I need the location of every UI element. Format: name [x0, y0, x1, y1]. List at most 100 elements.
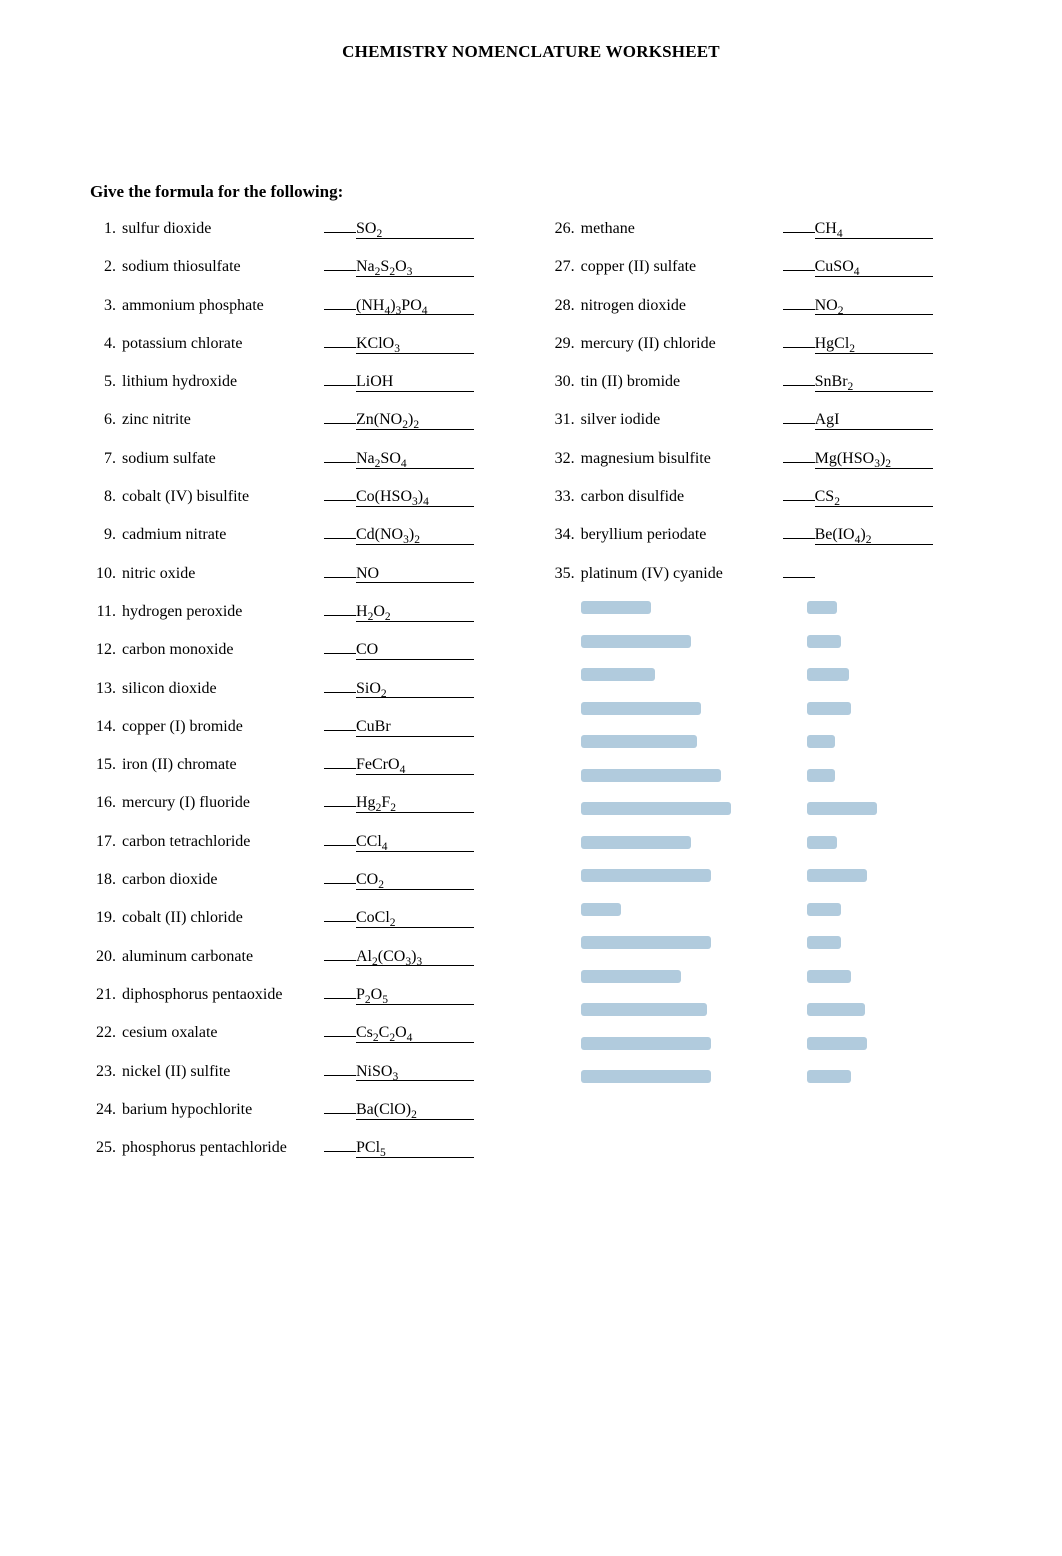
- answer-slot[interactable]: Al2(CO3)3: [324, 944, 474, 967]
- compound-formula: H2O2: [356, 604, 474, 622]
- answer-slot[interactable]: Mg(HSO3)2: [783, 446, 933, 469]
- answer-slot[interactable]: AgI: [783, 407, 933, 430]
- answer-slot[interactable]: Ba(ClO)2: [324, 1097, 474, 1120]
- answer-slot[interactable]: SnBr2: [783, 369, 933, 392]
- answer-slot[interactable]: P2O5: [324, 982, 474, 1005]
- question-row: [549, 1067, 972, 1085]
- question-row: 3.ammonium phosphate(NH4)3PO4: [90, 293, 549, 316]
- answer-slot[interactable]: NO2: [783, 293, 933, 316]
- compound-formula: CO2: [356, 872, 474, 890]
- answer-slot[interactable]: LiOH: [324, 369, 474, 392]
- compound-formula: NO: [356, 566, 474, 584]
- question-row: 21.diphosphorus pentaoxideP2O5: [90, 982, 549, 1005]
- answer-slot[interactable]: Na2S2O3: [324, 254, 474, 277]
- answer-slot[interactable]: CH4: [783, 216, 933, 239]
- compound-name: nitrogen dioxide: [581, 297, 783, 315]
- compound-name: phosphorus pentachloride: [122, 1139, 324, 1157]
- answer-slot[interactable]: CS2: [783, 484, 933, 507]
- answer-leading-blank: [324, 1059, 356, 1076]
- compound-formula: Be(IO4)2: [815, 527, 933, 545]
- answer-slot[interactable]: SiO2: [324, 676, 474, 699]
- compound-formula: Zn(NO2)2: [356, 412, 474, 430]
- compound-name: cobalt (II) chloride: [122, 909, 324, 927]
- question-row: [549, 900, 972, 918]
- redacted-formula: [807, 601, 837, 614]
- question-row: [549, 732, 972, 750]
- question-row: [549, 1034, 972, 1052]
- question-row: 31.silver iodideAgI: [549, 407, 972, 430]
- answer-leading-blank: [324, 484, 356, 501]
- question-row: 4.potassium chlorateKClO3: [90, 331, 549, 354]
- answer-slot[interactable]: Co(HSO3)4: [324, 484, 474, 507]
- question-number: 25.: [90, 1139, 122, 1157]
- question-row: 8.cobalt (IV) bisulfiteCo(HSO3)4: [90, 484, 549, 507]
- compound-name: nickel (II) sulfite: [122, 1063, 324, 1081]
- compound-formula: Mg(HSO3)2: [815, 451, 933, 469]
- answer-slot[interactable]: NiSO3: [324, 1059, 474, 1082]
- answer-slot[interactable]: Be(IO4)2: [783, 522, 933, 545]
- redacted-formula: [807, 769, 835, 782]
- question-number: 26.: [549, 220, 581, 238]
- redacted-formula: [807, 836, 837, 849]
- answer-slot[interactable]: Cs2C2O4: [324, 1020, 474, 1043]
- compound-name: methane: [581, 220, 783, 238]
- question-row: 19.cobalt (II) chlorideCoCl2: [90, 905, 549, 928]
- answer-slot[interactable]: CO2: [324, 867, 474, 890]
- question-number: 21.: [90, 986, 122, 1004]
- answer-slot[interactable]: Na2SO4: [324, 446, 474, 469]
- question-row: 9.cadmium nitrateCd(NO3)2: [90, 522, 549, 545]
- answer-leading-blank: [324, 254, 356, 271]
- compound-name: zinc nitrite: [122, 411, 324, 429]
- answer-slot[interactable]: CuSO4: [783, 254, 933, 277]
- redacted-formula: [807, 735, 835, 748]
- redacted-name: [581, 936, 711, 949]
- compound-name: aluminum carbonate: [122, 948, 324, 966]
- compound-name: cesium oxalate: [122, 1024, 324, 1042]
- answer-slot[interactable]: Zn(NO2)2: [324, 407, 474, 430]
- compound-formula: Al2(CO3)3: [356, 949, 474, 967]
- redacted-name: [581, 836, 691, 849]
- compound-name: silicon dioxide: [122, 680, 324, 698]
- answer-leading-blank: [324, 599, 356, 616]
- answer-slot[interactable]: SO2: [324, 216, 474, 239]
- section-heading: Give the formula for the following:: [90, 182, 972, 202]
- compound-formula: CuSO4: [815, 259, 933, 277]
- compound-name: barium hypochlorite: [122, 1101, 324, 1119]
- question-row: 5.lithium hydroxideLiOH: [90, 369, 549, 392]
- answer-leading-blank: [324, 446, 356, 463]
- answer-slot[interactable]: HgCl2: [783, 331, 933, 354]
- question-number: 32.: [549, 450, 581, 468]
- question-row: 26.methaneCH4: [549, 216, 972, 239]
- compound-formula: Na2S2O3: [356, 259, 474, 277]
- compound-formula: CCl4: [356, 834, 474, 852]
- answer-slot[interactable]: CuBr: [324, 714, 474, 737]
- answer-slot[interactable]: PCl5: [324, 1135, 474, 1158]
- question-number: 27.: [549, 258, 581, 276]
- right-column: 26.methaneCH427.copper (II) sulfateCuSO4…: [549, 216, 972, 1173]
- redacted-name: [581, 1070, 711, 1083]
- compound-name: beryllium periodate: [581, 526, 783, 544]
- question-number: 35.: [549, 565, 581, 583]
- answer-slot[interactable]: Hg2F2: [324, 790, 474, 813]
- answer-slot[interactable]: Cd(NO3)2: [324, 522, 474, 545]
- answer-slot[interactable]: KClO3: [324, 331, 474, 354]
- answer-slot[interactable]: CoCl2: [324, 905, 474, 928]
- question-row: 16.mercury (I) fluorideHg2F2: [90, 790, 549, 813]
- answer-slot[interactable]: H2O2: [324, 599, 474, 622]
- answer-slot[interactable]: [783, 561, 933, 583]
- answer-slot[interactable]: NO: [324, 561, 474, 584]
- compound-name: carbon monoxide: [122, 641, 324, 659]
- answer-slot[interactable]: (NH4)3PO4: [324, 293, 474, 316]
- answer-slot[interactable]: FeCrO4: [324, 752, 474, 775]
- page-title: CHEMISTRY NOMENCLATURE WORKSHEET: [90, 42, 972, 62]
- redacted-formula: [807, 1070, 851, 1083]
- answer-slot[interactable]: CO: [324, 637, 474, 660]
- question-number: 18.: [90, 871, 122, 889]
- question-row: [549, 1000, 972, 1018]
- compound-formula: FeCrO4: [356, 757, 474, 775]
- compound-formula: SnBr2: [815, 374, 933, 392]
- question-row: [549, 665, 972, 683]
- question-number: 31.: [549, 411, 581, 429]
- compound-name: nitric oxide: [122, 565, 324, 583]
- answer-slot[interactable]: CCl4: [324, 829, 474, 852]
